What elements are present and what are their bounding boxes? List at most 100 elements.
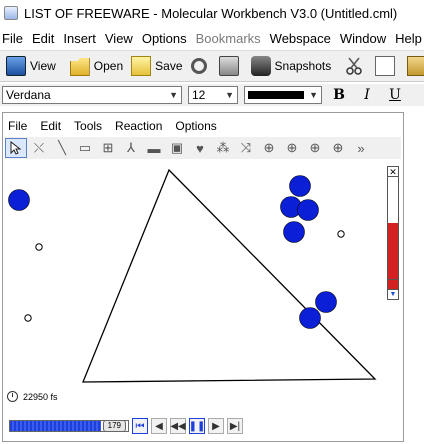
model-menu-reaction[interactable]: Reaction [110,119,170,133]
rewind-icon: ◀◀ [170,420,186,432]
model-menu-file[interactable]: File [3,119,35,133]
chevron-down-icon: ▼ [309,90,318,100]
menu-view[interactable]: View [103,31,140,46]
scissors-icon [345,56,363,76]
snapshots-button-label: Snapshots [274,59,332,73]
model-container: File Edit Tools Reaction Options ⤬ ╲ ▭ ⊞… [2,112,404,442]
add-atom-pl-tool[interactable]: ⊕ [281,138,303,158]
atom-add-icon: ⊕ [286,140,298,155]
simulation-canvas[interactable]: ✕ ▲ ▼ [5,162,401,398]
step-back-button[interactable]: ◀ [151,418,167,434]
triangle-up-icon[interactable]: ▲ [388,279,398,289]
atom-large[interactable] [315,291,337,313]
velocity-tool[interactable]: ⤨ [235,138,257,158]
heat-tool[interactable]: ♥ [189,138,211,158]
triangle-obstacle [82,168,377,383]
save-button[interactable]: Save [127,53,186,79]
snapshots-button[interactable]: Snapshots [247,53,336,79]
italic-button[interactable]: I [356,86,378,104]
pause-button[interactable]: ❚❚ [189,418,205,434]
copy-icon [375,56,396,76]
model-menu-tools[interactable]: Tools [69,119,110,133]
add-atom-ck-tool[interactable]: ⊕ [327,138,349,158]
model-menu-options[interactable]: Options [170,119,224,133]
model-edit-toolbar: ⤬ ╲ ▭ ⊞ ⅄ ▬ ▣ ♥ ⁂ ⤨ ⊕ ⊕ ⊕ ⊕ » [5,137,401,159]
atom-small[interactable] [35,243,43,251]
triangle-down-icon[interactable]: ▼ [388,289,398,299]
select-tool[interactable] [5,138,27,158]
print-button[interactable] [215,53,247,79]
atom-large[interactable] [289,175,311,197]
paste-icon [407,56,424,76]
atom-large[interactable] [283,221,305,243]
heater-slider[interactable]: ✕ ▲ ▼ [387,166,399,300]
add-atom-ws-tool[interactable]: ⊕ [304,138,326,158]
simulation-drawing [8,168,377,383]
font-family-select[interactable]: Verdana ▼ [2,86,182,104]
add-atom-nt-tool[interactable]: ⊕ [258,138,280,158]
rectangle-icon: ▭ [78,140,92,155]
paste-button[interactable] [403,53,424,79]
play-backward-button[interactable]: ◀◀ [170,418,186,434]
more-tools-button[interactable]: » [350,138,372,158]
annotation-tool[interactable]: ▬ [143,138,165,158]
progress-fill [10,421,101,431]
rectangle-tool[interactable]: ▭ [74,138,96,158]
model-menu-edit[interactable]: Edit [35,119,69,133]
pause-icon: ❚❚ [188,420,206,432]
rotate-icon: ⤬ [33,140,45,155]
resize-tool[interactable]: ⊞ [97,138,119,158]
font-family-value: Verdana [6,88,51,102]
main-toolbar: View Open Save Snapshots [0,50,424,82]
speech-bubble-icon: ▬ [147,140,161,156]
atom-large[interactable] [299,307,321,329]
recorder-progress[interactable]: 179 [9,420,129,432]
line-tool[interactable]: ╲ [51,138,73,158]
atom-add-icon: ⊕ [332,140,344,155]
bond-icon: ⅄ [127,140,135,155]
molecule-icon: ⁂ [216,140,230,155]
double-chevron-down-icon: » [357,140,365,156]
menu-edit[interactable]: Edit [30,31,61,46]
wand-icon: ⤨ [240,140,252,155]
charge-tool[interactable]: ⁂ [212,138,234,158]
cut-button[interactable] [341,53,371,79]
atom-large[interactable] [297,199,319,221]
atom-large[interactable] [8,189,30,211]
model-menu-bar: File Edit Tools Reaction Options [3,117,403,135]
copy-button[interactable] [371,53,403,79]
underline-button[interactable]: U [384,86,406,104]
menu-insert[interactable]: Insert [61,31,103,46]
time-display: 22950 fs [7,391,58,402]
open-button[interactable]: Open [66,53,127,79]
menu-file[interactable]: File [0,31,30,46]
save-icon [131,56,152,76]
format-toolbar: Verdana ▼ 12 ▼ ▼ B I U [0,84,424,106]
font-size-select[interactable]: 12 ▼ [188,86,238,104]
heart-icon: ♥ [196,140,204,156]
rewind-to-start-button[interactable]: ⏮ [132,418,148,434]
atom-small[interactable] [337,230,345,238]
bold-button[interactable]: B [328,86,350,104]
text-color-select[interactable]: ▼ [244,86,322,104]
color-swatch [248,91,304,99]
close-icon[interactable]: ✕ [388,167,398,177]
menu-webspace[interactable]: Webspace [268,31,338,46]
image-tool[interactable]: ▣ [166,138,188,158]
menu-bookmarks: Bookmarks [195,30,261,46]
menu-options[interactable]: Options [140,31,194,46]
menu-window[interactable]: Window [338,31,393,46]
atom-small[interactable] [24,314,32,322]
save-button-label: Save [155,59,183,73]
chevron-down-icon: ▼ [169,90,178,100]
menu-help[interactable]: Help [393,31,424,46]
view-button[interactable]: View [2,53,60,79]
play-button[interactable]: ▶ [208,418,224,434]
resize-icon: ⊞ [102,140,114,155]
bond-tool[interactable]: ⅄ [120,138,142,158]
atom-add-icon: ⊕ [263,140,275,155]
open-button-label: Open [93,59,124,73]
step-forward-button[interactable]: ▶| [227,418,243,434]
rotate-tool[interactable]: ⤬ [28,138,50,158]
find-button[interactable] [187,53,215,79]
